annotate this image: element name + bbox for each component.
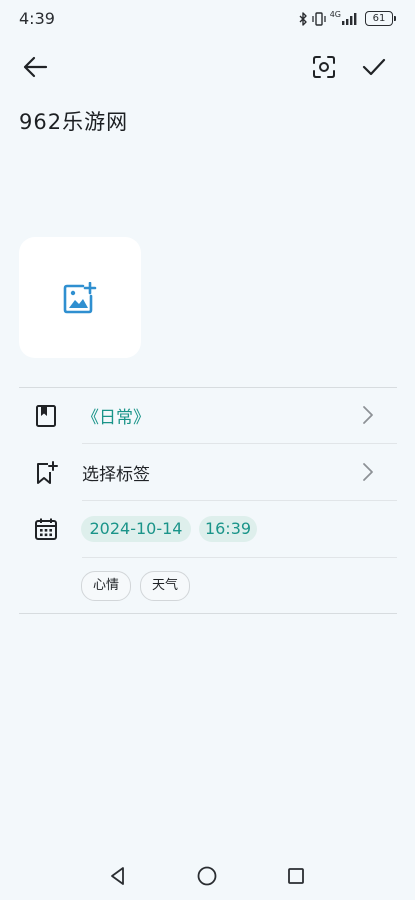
bluetooth-icon [299,11,307,26]
status-bar: 4:39 4G 61 [0,0,415,38]
row-divider [82,443,397,444]
calendar-icon [33,516,59,542]
notebook-name: 《日常》 [82,408,150,428]
status-icons: 4G 61 [299,10,396,26]
status-time: 4:39 [19,9,55,28]
scan-icon [313,56,335,78]
square-recent-icon [288,868,304,884]
vibrate-icon [312,11,326,26]
section-divider [19,613,397,614]
mood-chip[interactable]: 心情 [81,571,131,601]
network-type-label: 4G [329,10,341,19]
chevron-right-icon [363,406,373,424]
nav-home-button[interactable] [195,864,219,888]
battery-level: 61 [372,13,386,24]
bookmark-add-icon [33,460,59,486]
check-icon [362,58,386,76]
arrow-left-icon [23,56,48,78]
select-tags-label: 选择标签 [82,465,150,485]
chevron-right-icon [363,463,373,481]
time-pill[interactable]: 16:39 [199,516,257,542]
diary-editor-screen: 4:39 4G 61 962乐游网 《日常》 选择标签 2024-10-14 1… [0,0,415,900]
back-button[interactable] [19,51,51,83]
scan-button[interactable] [308,51,340,83]
add-image-button[interactable] [19,237,141,358]
circle-home-icon [197,866,217,886]
save-button[interactable] [358,51,390,83]
signal-icon [342,13,357,25]
nav-back-button[interactable] [106,864,130,888]
nav-recent-button[interactable] [284,864,308,888]
section-divider [19,387,397,388]
row-divider [82,500,397,501]
battery-icon: 61 [365,11,396,26]
entry-title[interactable]: 962乐游网 [19,106,128,136]
triangle-back-icon [111,867,124,885]
notebook-icon [33,403,59,429]
add-image-icon [63,281,97,313]
row-divider [82,557,397,558]
date-pill[interactable]: 2024-10-14 [81,516,191,542]
weather-chip[interactable]: 天气 [140,571,190,601]
